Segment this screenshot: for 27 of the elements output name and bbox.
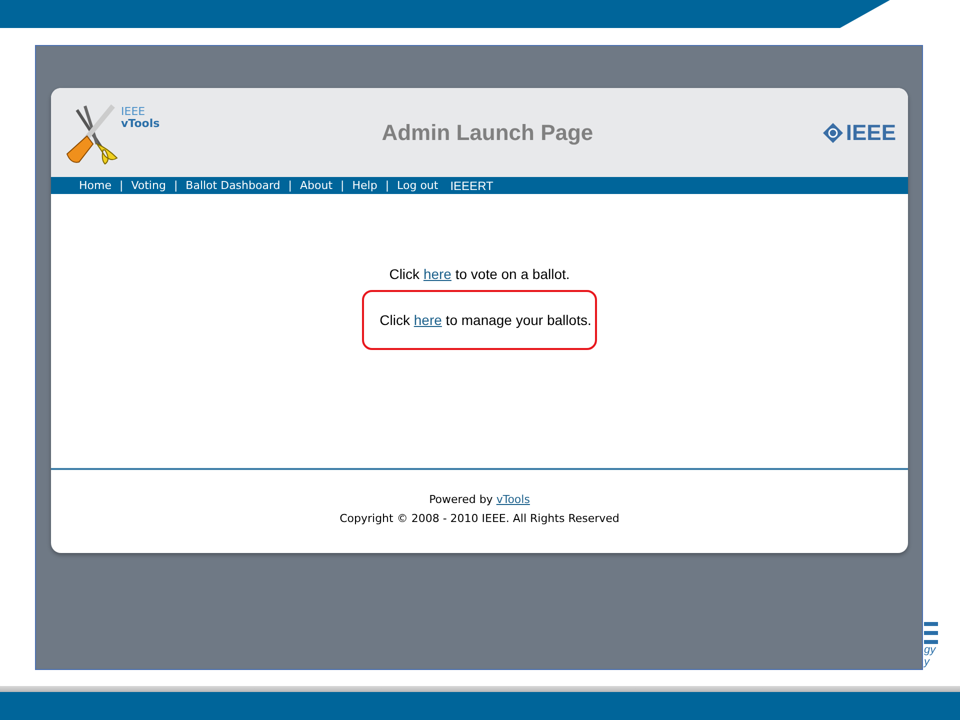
slide-text-fragment: y xyxy=(924,656,930,668)
copyright-text: Copyright © 2008 - 2010 IEEE. All Rights Reserved xyxy=(340,512,620,525)
powered-by-text: Powered by vTools xyxy=(429,493,530,506)
here-link[interactable]: here xyxy=(423,266,452,282)
nav-link[interactable]: Help xyxy=(352,179,378,192)
brand-logo: IEEE xyxy=(846,120,896,146)
nav-separator: | xyxy=(384,179,390,192)
nav-link[interactable]: Voting xyxy=(131,179,166,192)
highlighted-instruction: Click here to manage your ballots. xyxy=(362,290,598,350)
logo-text: IEEE xyxy=(121,106,146,118)
nav-separator: | xyxy=(172,179,179,192)
vtools-link[interactable]: vTools xyxy=(496,493,530,506)
logo-text: vTools xyxy=(121,118,160,130)
page-title: Admin Launch Page xyxy=(380,120,594,146)
here-link[interactable]: here xyxy=(414,312,442,328)
nav-link[interactable]: Log out xyxy=(397,179,438,192)
nav-separator: | xyxy=(287,179,293,192)
slide-text-fragment: gy xyxy=(924,644,936,656)
nav-separator: | xyxy=(340,179,346,192)
nav-link[interactable]: Ballot Dashboard xyxy=(186,179,280,192)
logo-fragment-icon xyxy=(924,622,938,644)
user-name: IEEERT xyxy=(450,178,494,192)
nav-separator: | xyxy=(118,179,124,192)
nav-link[interactable]: About xyxy=(300,179,333,192)
nav-link[interactable]: Home xyxy=(79,179,112,192)
instruction-text: Click here to vote on a ballot. xyxy=(389,266,570,282)
diamond-logo-icon xyxy=(822,122,844,144)
